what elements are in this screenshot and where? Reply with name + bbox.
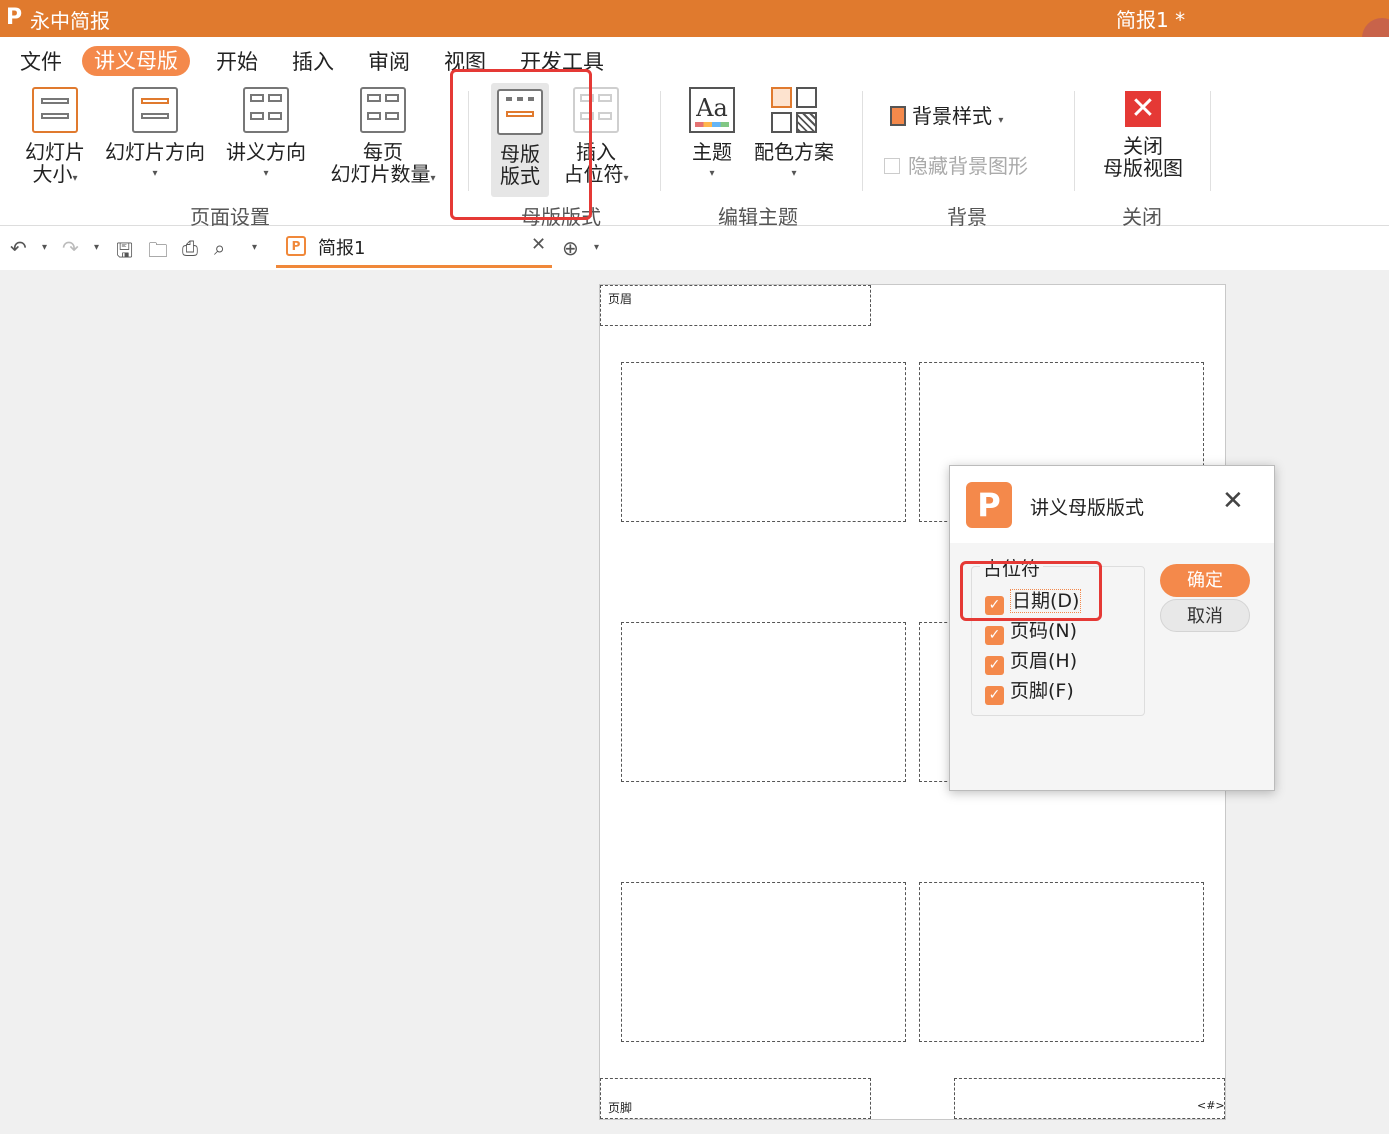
menu-insert[interactable]: 插入: [292, 47, 334, 77]
checkbox-checked-icon: ✓: [985, 686, 1004, 705]
separator: [1074, 91, 1075, 191]
header-option-label: 页眉(H): [1010, 650, 1078, 672]
slide-placeholder[interactable]: [621, 622, 906, 782]
print-preview-icon[interactable]: ⌕: [214, 236, 225, 260]
new-dropdown-icon[interactable]: ▾: [594, 242, 599, 253]
handout-orientation-button[interactable]: 讲义方向 ▾: [218, 87, 314, 185]
color-scheme-label: 配色方案: [754, 140, 834, 164]
cancel-button[interactable]: 取消: [1160, 599, 1250, 632]
hide-bg-graphics-label: 隐藏背景图形: [908, 154, 1028, 178]
background-style-icon: [890, 106, 906, 126]
checkbox-checked-icon: ✓: [985, 626, 1004, 645]
app-logo-icon: P: [6, 5, 23, 30]
open-folder-icon[interactable]: 🗀: [148, 236, 168, 270]
document-title: 简报1 *: [1116, 8, 1186, 32]
menu-review[interactable]: 审阅: [368, 47, 410, 77]
slide-placeholder[interactable]: [919, 882, 1204, 1042]
footer-option-label: 页脚(F): [1010, 680, 1074, 702]
theme-button[interactable]: Aa 主题 ▾: [684, 87, 740, 185]
footer-placeholder[interactable]: 页脚: [600, 1078, 871, 1119]
redo-dropdown-icon[interactable]: ▾: [94, 242, 99, 253]
slides-per-page-button[interactable]: 每页 幻灯片数量▾: [320, 87, 446, 190]
slide-placeholder[interactable]: [621, 362, 906, 522]
close-tab-icon[interactable]: ✕: [531, 234, 546, 255]
slides-per-page-label-2: 幻灯片数量: [330, 162, 431, 186]
slide-orientation-label: 幻灯片方向: [105, 140, 205, 164]
background-style-label: 背景样式: [912, 104, 992, 128]
theme-icon: Aa: [689, 87, 735, 133]
menu-home[interactable]: 开始: [216, 47, 258, 77]
ok-button[interactable]: 确定: [1160, 564, 1250, 597]
footer-label: 页脚: [608, 1101, 633, 1115]
hide-bg-graphics-checkbox[interactable]: 隐藏背景图形: [884, 155, 1028, 177]
title-bar: P 永中简报 简报1 *: [0, 0, 1389, 58]
close-master-label-1: 关闭: [1123, 134, 1163, 158]
slide-orientation-icon: [132, 87, 178, 133]
slides-per-page-label-1: 每页: [363, 140, 403, 164]
menu-handout-master[interactable]: 讲义母版: [82, 46, 190, 76]
dialog-title: 讲义母版版式: [1030, 497, 1145, 519]
close-master-label-2: 母版视图: [1103, 156, 1183, 180]
close-icon: ✕: [1125, 91, 1161, 127]
presentation-file-icon: P: [286, 236, 306, 256]
new-document-icon[interactable]: ⊕: [562, 236, 579, 260]
dialog-header: P 讲义母版版式 ✕: [950, 466, 1274, 543]
separator: [660, 91, 661, 191]
handout-master-layout-dialog: P 讲义母版版式 ✕ 占位符 ✓ 日期(D) ✓ 页码(N) ✓ 页眉(H) ✓ 页脚(…: [949, 465, 1275, 791]
footer-checkbox[interactable]: ✓ 页脚(F): [985, 676, 1074, 705]
page-number-option-label: 页码(N): [1010, 620, 1078, 642]
app-name: 永中简报: [30, 9, 110, 33]
print-icon[interactable]: ⎙: [182, 236, 198, 260]
color-scheme-button[interactable]: 配色方案 ▾: [748, 87, 840, 185]
page-number-label: <#>: [1197, 1099, 1225, 1112]
highlight-box: [450, 69, 592, 220]
menu-bar: 文件 讲义母版 开始 插入 审阅 视图 开发工具: [0, 37, 1389, 83]
slides-per-page-icon: [360, 87, 406, 133]
document-tab[interactable]: P 简报1 ✕: [276, 226, 552, 268]
ribbon: 幻灯片 大小▾ 幻灯片方向 ▾ 讲义方向 ▾ 每页 幻灯片数量▾ 母版 版式 插…: [0, 83, 1389, 229]
checkbox-icon: [884, 158, 900, 174]
header-placeholder[interactable]: 页眉: [600, 285, 871, 326]
separator: [862, 91, 863, 191]
handout-orientation-label: 讲义方向: [226, 140, 306, 164]
separator: [1210, 91, 1211, 191]
header-label: 页眉: [608, 292, 633, 306]
slide-size-label-1: 幻灯片: [25, 140, 85, 164]
document-tab-name: 简报1: [318, 238, 366, 259]
page-number-placeholder[interactable]: <#>: [954, 1078, 1225, 1119]
theme-label: 主题: [692, 140, 732, 164]
color-scheme-icon: [771, 87, 817, 133]
customize-dropdown-icon[interactable]: ▾: [252, 242, 257, 253]
slide-placeholder[interactable]: [621, 882, 906, 1042]
undo-icon[interactable]: ↶: [10, 236, 27, 260]
slide-size-icon: [32, 87, 78, 133]
background-style-button[interactable]: 背景样式 ▾: [890, 105, 1003, 132]
menu-file[interactable]: 文件: [20, 47, 62, 77]
header-checkbox[interactable]: ✓ 页眉(H): [985, 646, 1077, 675]
redo-icon[interactable]: ↷: [62, 236, 79, 260]
handout-orientation-icon: [243, 87, 289, 133]
slide-size-label-2: 大小: [32, 162, 73, 186]
dialog-logo-icon: P: [966, 482, 1012, 528]
quick-access-toolbar: ↶ ▾ ↷ ▾ 🖫 🗀 ⎙ ⌕ ▾ ⊕ ▾: [0, 226, 1389, 270]
undo-dropdown-icon[interactable]: ▾: [42, 242, 47, 253]
close-master-view-button[interactable]: ✕ 关闭 母版视图: [1096, 91, 1190, 179]
highlight-box: [960, 561, 1102, 621]
slide-orientation-button[interactable]: 幻灯片方向 ▾: [98, 87, 212, 185]
dialog-close-icon[interactable]: ✕: [1222, 488, 1244, 514]
checkbox-checked-icon: ✓: [985, 656, 1004, 675]
save-icon[interactable]: 🖫: [116, 236, 133, 270]
slide-size-button[interactable]: 幻灯片 大小▾: [18, 87, 92, 190]
